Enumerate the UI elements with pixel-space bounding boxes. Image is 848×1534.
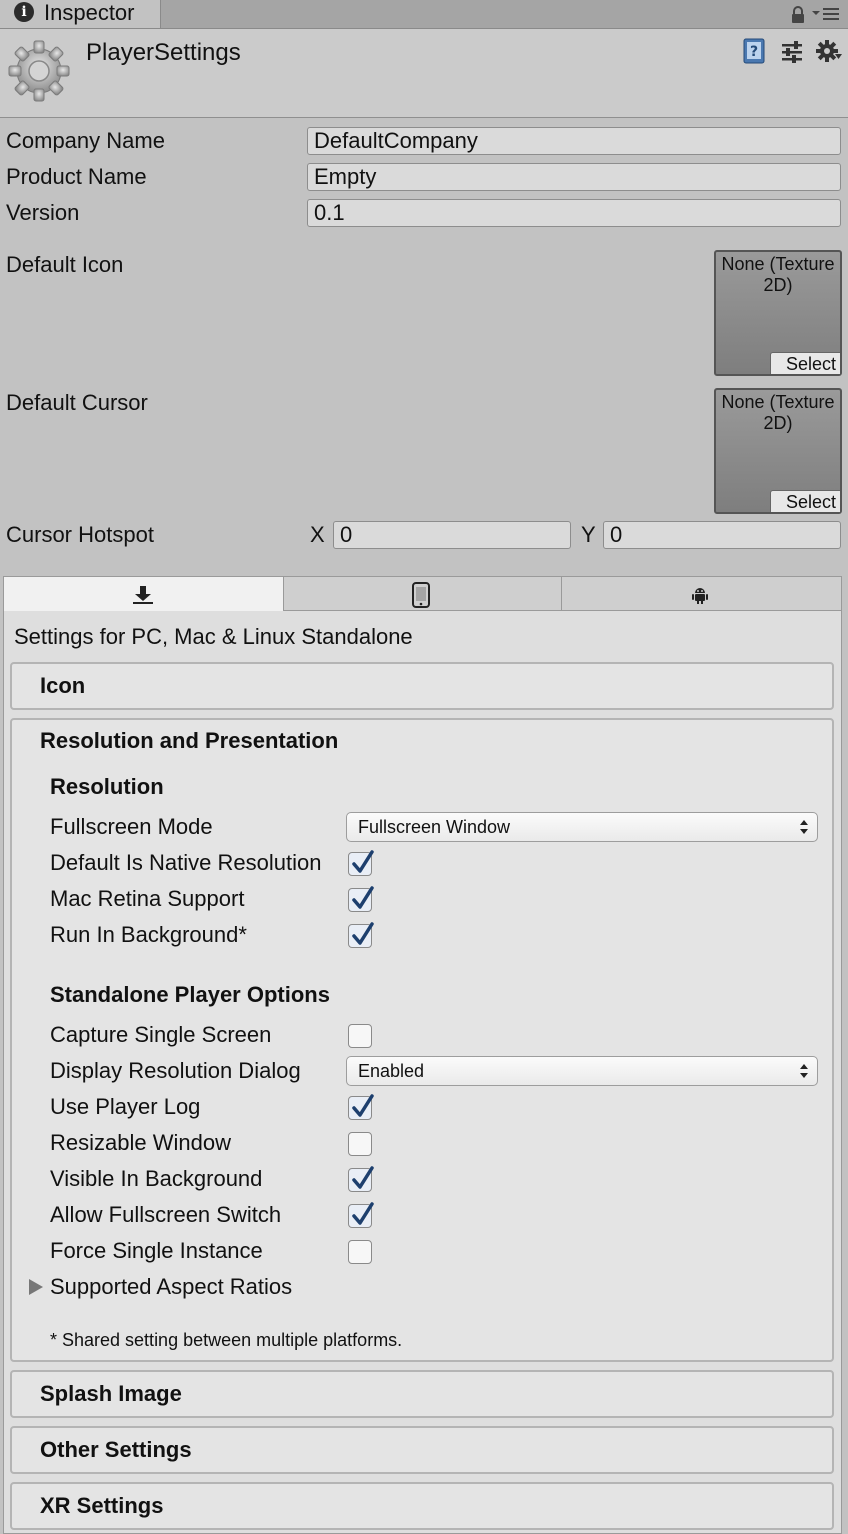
use-player-log-label: Use Player Log bbox=[50, 1094, 201, 1119]
inspector-tab-label: Inspector bbox=[44, 0, 135, 25]
android-icon bbox=[692, 588, 708, 604]
tab-standalone[interactable] bbox=[3, 576, 284, 611]
section-other-settings-header[interactable]: Other Settings bbox=[10, 1426, 834, 1474]
run-in-background-label: Run In Background* bbox=[50, 922, 247, 947]
section-xr-settings-header[interactable]: XR Settings bbox=[10, 1482, 834, 1530]
use-player-log-checkbox[interactable] bbox=[348, 1094, 374, 1120]
allow-fullscreen-switch-checkbox[interactable] bbox=[348, 1202, 374, 1228]
hotspot-y-label: Y bbox=[581, 522, 596, 547]
settings-for-platform-label: Settings for PC, Mac & Linux Standalone bbox=[14, 624, 413, 649]
resolution-subheader: Resolution bbox=[50, 774, 164, 799]
default-native-resolution-checkbox[interactable] bbox=[348, 850, 374, 876]
default-icon-label: Default Icon bbox=[6, 252, 124, 277]
inspector-tab[interactable]: i Inspector bbox=[0, 0, 161, 28]
standalone-player-options-subheader: Standalone Player Options bbox=[50, 982, 330, 1007]
capture-single-screen-checkbox[interactable] bbox=[348, 1024, 372, 1048]
version-label: Version bbox=[6, 200, 80, 225]
cursor-hotspot-label: Cursor Hotspot bbox=[6, 522, 154, 547]
fullscreen-mode-dropdown[interactable]: Fullscreen Window bbox=[346, 812, 818, 842]
default-native-resolution-label: Default Is Native Resolution bbox=[50, 850, 322, 875]
default-cursor-label: Default Cursor bbox=[6, 390, 148, 415]
tab-android[interactable] bbox=[561, 576, 842, 611]
capture-single-screen-label: Capture Single Screen bbox=[50, 1022, 272, 1047]
checkmark-icon bbox=[352, 1094, 374, 1117]
help-book-icon[interactable]: ? bbox=[742, 38, 768, 64]
dropdown-arrows-icon bbox=[800, 820, 808, 834]
company-name-field[interactable]: DefaultCompany bbox=[307, 127, 841, 155]
mac-retina-support-checkbox[interactable] bbox=[348, 886, 374, 912]
default-icon-texture-slot[interactable]: None (Texture 2D) Select bbox=[714, 250, 842, 376]
section-splash-image-label: Splash Image bbox=[40, 1381, 182, 1406]
mac-retina-support-label: Mac Retina Support bbox=[50, 886, 245, 911]
resizable-window-checkbox[interactable] bbox=[348, 1132, 372, 1156]
visible-in-background-label: Visible In Background bbox=[50, 1166, 263, 1191]
company-name-label: Company Name bbox=[6, 128, 165, 153]
resizable-window-label: Resizable Window bbox=[50, 1130, 231, 1155]
checkmark-icon bbox=[352, 922, 374, 945]
mobile-phone-icon bbox=[412, 582, 430, 608]
component-settings-gear-icon[interactable] bbox=[816, 40, 842, 64]
texture-none-text: None (Texture 2D) bbox=[721, 254, 835, 295]
default-cursor-texture-slot[interactable]: None (Texture 2D) Select bbox=[714, 388, 842, 514]
supported-aspect-ratios-foldout[interactable]: Supported Aspect Ratios bbox=[50, 1273, 292, 1301]
force-single-instance-checkbox[interactable] bbox=[348, 1240, 372, 1264]
page-title: PlayerSettings bbox=[86, 39, 241, 66]
checkmark-icon bbox=[352, 1202, 374, 1225]
checkmark-icon bbox=[352, 850, 374, 873]
default-cursor-select-button[interactable]: Select bbox=[770, 490, 840, 512]
texture-none-text: None (Texture 2D) bbox=[721, 392, 835, 433]
fullscreen-mode-value: Fullscreen Window bbox=[358, 817, 511, 837]
section-icon-header[interactable]: Icon bbox=[10, 662, 834, 710]
display-resolution-dialog-dropdown[interactable]: Enabled bbox=[346, 1056, 818, 1086]
presets-sliders-icon[interactable] bbox=[780, 40, 804, 64]
allow-fullscreen-switch-label: Allow Fullscreen Switch bbox=[50, 1202, 282, 1227]
version-field[interactable]: 0.1 bbox=[307, 199, 841, 227]
run-in-background-checkbox[interactable] bbox=[348, 922, 374, 948]
shared-setting-note: * Shared setting between multiple platfo… bbox=[50, 1330, 403, 1350]
product-name-field[interactable]: Empty bbox=[307, 163, 841, 191]
checkmark-icon bbox=[352, 886, 374, 909]
section-icon-label: Icon bbox=[40, 673, 86, 698]
standalone-download-icon bbox=[133, 586, 153, 604]
lock-icon[interactable] bbox=[790, 6, 806, 24]
tab-mobile[interactable] bbox=[283, 576, 562, 611]
info-icon: i bbox=[14, 2, 34, 22]
force-single-instance-label: Force Single Instance bbox=[50, 1238, 263, 1263]
hotspot-x-field[interactable]: 0 bbox=[333, 521, 571, 549]
product-name-label: Product Name bbox=[6, 164, 147, 189]
hotspot-x-label: X bbox=[310, 522, 325, 547]
default-icon-select-button[interactable]: Select bbox=[770, 352, 840, 374]
checkmark-icon bbox=[352, 1166, 374, 1189]
display-resolution-dialog-value: Enabled bbox=[358, 1061, 425, 1081]
section-resolution-presentation-label[interactable]: Resolution and Presentation bbox=[40, 727, 338, 755]
display-resolution-dialog-label: Display Resolution Dialog bbox=[50, 1058, 301, 1083]
fullscreen-mode-label: Fullscreen Mode bbox=[50, 814, 213, 839]
tab-menu-icon[interactable] bbox=[812, 6, 840, 22]
dropdown-arrows-icon bbox=[800, 1064, 808, 1078]
visible-in-background-checkbox[interactable] bbox=[348, 1166, 374, 1192]
hotspot-y-field[interactable]: 0 bbox=[603, 521, 841, 549]
expand-triangle-icon[interactable] bbox=[28, 1278, 44, 1296]
section-splash-image-header[interactable]: Splash Image bbox=[10, 1370, 834, 1418]
svg-text:?: ? bbox=[750, 44, 758, 60]
section-other-settings-label: Other Settings bbox=[40, 1437, 192, 1462]
section-xr-settings-label: XR Settings bbox=[40, 1493, 164, 1518]
player-settings-gear-icon bbox=[8, 40, 70, 102]
